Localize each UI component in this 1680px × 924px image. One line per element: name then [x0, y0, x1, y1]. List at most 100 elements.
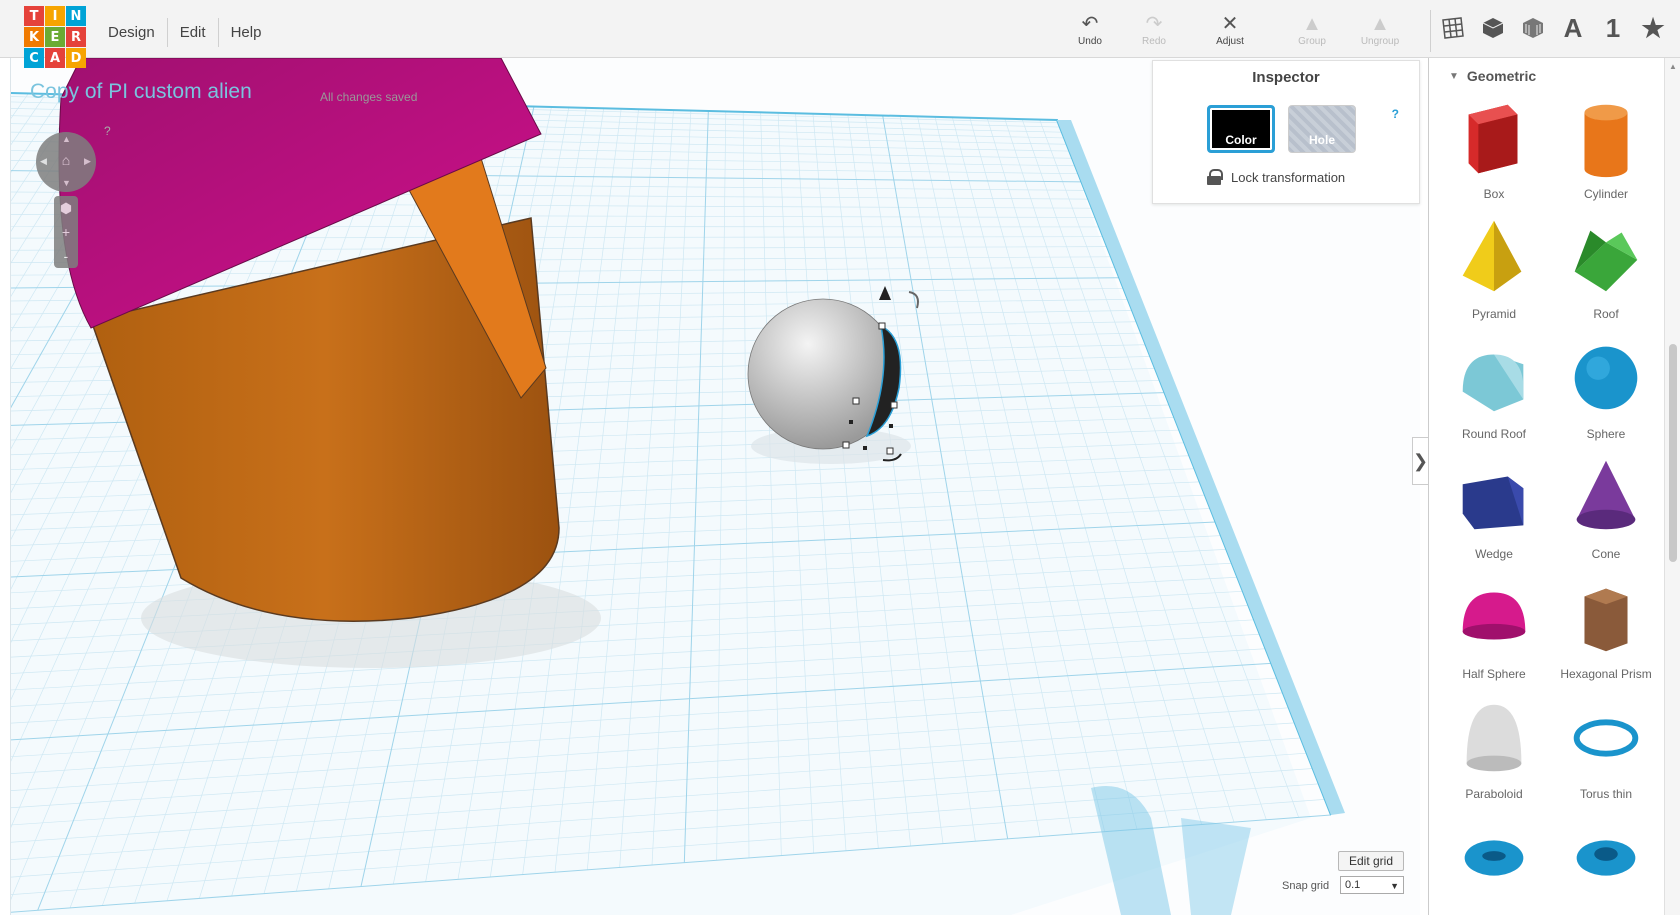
menu-edit[interactable]: Edit: [168, 18, 219, 47]
view-stack: ⬢ + -: [54, 196, 78, 268]
orbit-left-icon[interactable]: ◀: [40, 156, 47, 167]
half-sphere-icon: [1449, 574, 1539, 665]
view-tools: A 1 ★: [1440, 13, 1666, 43]
shape-label: Wedge: [1475, 547, 1513, 561]
geometric-section-header[interactable]: ▼ Geometric: [1449, 68, 1536, 84]
logo-letter: A: [45, 48, 65, 68]
hexagonal-prism-icon: [1561, 574, 1651, 665]
shape-torus-thin[interactable]: Torus thin: [1551, 694, 1661, 804]
chevron-down-icon: ▼: [1449, 70, 1459, 82]
shape-label: Half Sphere: [1462, 667, 1526, 681]
group-button[interactable]: ▲ Group: [1282, 12, 1342, 47]
redo-icon: ↷: [1145, 13, 1163, 35]
lock-transformation-toggle[interactable]: Lock transformation: [1207, 169, 1345, 185]
adjust-label: Adjust: [1216, 36, 1244, 47]
logo-letter: R: [66, 27, 86, 47]
roof-icon: [1561, 214, 1651, 305]
logo-letter: E: [45, 27, 65, 47]
home-view-icon[interactable]: ⌂: [58, 152, 74, 168]
shape-label: Roof: [1593, 307, 1619, 321]
text-tool-icon[interactable]: A: [1560, 13, 1586, 43]
cylinder-icon: [1561, 94, 1651, 185]
scroll-up-icon[interactable]: ▲: [1669, 62, 1677, 71]
shape-hexagonal-prism[interactable]: Hexagonal Prism: [1551, 574, 1661, 684]
round-roof-icon: [1449, 334, 1539, 425]
shape-wedge[interactable]: Wedge: [1439, 454, 1549, 564]
adjust-icon: ✕: [1221, 13, 1239, 35]
shape-pyramid[interactable]: Pyramid: [1439, 214, 1549, 324]
shape-label: Round Roof: [1461, 427, 1527, 441]
section-title: Geometric: [1466, 68, 1537, 84]
tube-icon: [1561, 814, 1651, 905]
shape-label: Box: [1483, 187, 1505, 201]
shape-half-sphere[interactable]: Half Sphere: [1439, 574, 1549, 684]
shape-label: Cylinder: [1583, 187, 1628, 201]
box-view-icon[interactable]: [1480, 14, 1506, 42]
shape-cylinder[interactable]: Cylinder: [1551, 94, 1661, 204]
zoom-out-button[interactable]: -: [54, 244, 78, 268]
edit-grid-button[interactable]: Edit grid: [1338, 851, 1405, 871]
ungroup-button[interactable]: ▲ Ungroup: [1350, 12, 1410, 47]
fit-view-icon[interactable]: ⬢: [54, 196, 78, 220]
toolbar-divider: [1430, 10, 1431, 52]
redo-label: Redo: [1142, 36, 1166, 47]
shape-torus[interactable]: [1439, 814, 1549, 924]
redo-button[interactable]: ↷ Redo: [1124, 12, 1184, 47]
main-menu: Design Edit Help: [96, 18, 273, 47]
shape-tube[interactable]: [1551, 814, 1661, 924]
number-tool-icon[interactable]: 1: [1600, 13, 1626, 43]
wedge-icon: [1449, 454, 1539, 545]
undo-label: Undo: [1078, 36, 1102, 47]
menu-help[interactable]: Help: [219, 18, 274, 47]
shape-round-roof[interactable]: Round Roof: [1439, 334, 1549, 444]
tinkercad-logo[interactable]: TIN KER CAD: [24, 6, 86, 68]
hole-button[interactable]: Hole: [1288, 105, 1356, 153]
adjust-button[interactable]: ✕ Adjust: [1200, 12, 1260, 47]
shape-label: Sphere: [1586, 427, 1626, 441]
wireframe-view-icon[interactable]: [1520, 14, 1546, 42]
inspector-title: Inspector: [1252, 69, 1320, 86]
shapes-panel: ▼ Geometric Box Cylinder Pyramid Roof Round …: [1428, 58, 1664, 915]
shape-label: Paraboloid: [1465, 787, 1523, 801]
orbit-up-icon[interactable]: ▲: [62, 134, 71, 144]
collapse-panel-button[interactable]: ❯: [1412, 437, 1428, 485]
grid-view-icon[interactable]: [1440, 14, 1466, 42]
logo-letter: I: [45, 6, 65, 26]
save-status: All changes saved: [320, 90, 418, 104]
shape-sphere[interactable]: Sphere: [1551, 334, 1661, 444]
group-label: Group: [1298, 36, 1326, 47]
group-icon: ▲: [1302, 13, 1322, 35]
orbit-down-icon[interactable]: ▼: [62, 178, 71, 188]
shape-label: Torus thin: [1579, 787, 1633, 801]
inspector-help-icon[interactable]: ?: [1392, 107, 1399, 121]
ungroup-icon: ▲: [1370, 13, 1390, 35]
logo-letter: D: [66, 48, 86, 68]
logo-letter: C: [24, 48, 44, 68]
logo-letter: K: [24, 27, 44, 47]
scrollbar-thumb[interactable]: [1669, 344, 1677, 562]
sphere-icon: [1561, 334, 1651, 425]
menu-design[interactable]: Design: [96, 18, 168, 47]
box-icon: [1449, 94, 1539, 185]
design-title[interactable]: Copy of PI custom alien: [30, 80, 252, 104]
pyramid-icon: [1449, 214, 1539, 305]
lock-icon: [1207, 169, 1223, 185]
shape-box[interactable]: Box: [1439, 94, 1549, 204]
orbit-control[interactable]: ▲ ▼ ◀ ▶ ⌂: [36, 132, 96, 192]
shape-label: Hexagonal Prism: [1560, 667, 1652, 681]
chevron-right-icon: ❯: [1412, 450, 1429, 471]
snap-grid-label: Snap grid: [1282, 880, 1330, 892]
snap-grid-select[interactable]: 0.1: [1340, 876, 1404, 894]
orbit-right-icon[interactable]: ▶: [84, 156, 91, 167]
inspector-panel: Inspector ? Color Hole Lock transformati…: [1152, 60, 1420, 204]
zoom-in-button[interactable]: +: [54, 220, 78, 244]
shape-label: Cone: [1591, 547, 1621, 561]
shape-cone[interactable]: Cone: [1551, 454, 1661, 564]
star-icon[interactable]: ★: [1640, 13, 1666, 43]
undo-button[interactable]: ↶ Undo: [1060, 12, 1120, 47]
panel-scrollbar[interactable]: ▲: [1664, 58, 1680, 915]
shape-paraboloid[interactable]: Paraboloid: [1439, 694, 1549, 804]
color-button[interactable]: Color: [1207, 105, 1275, 153]
shape-roof[interactable]: Roof: [1551, 214, 1661, 324]
view-help-icon[interactable]: ?: [104, 124, 111, 138]
